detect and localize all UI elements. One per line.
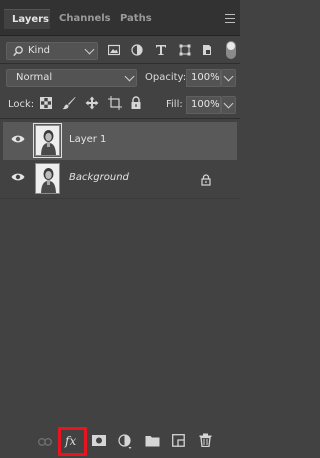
- search-icon: [13, 46, 23, 57]
- adjustment-filter-icon[interactable]: [131, 44, 143, 56]
- portrait-thumbnail-image: [36, 126, 59, 155]
- filter-kind-select[interactable]: Kind: [6, 42, 98, 60]
- layer-name[interactable]: Layer 1: [69, 134, 106, 145]
- chevron-down-icon: [223, 71, 234, 82]
- type-filter-icon[interactable]: [155, 44, 167, 56]
- shape-filter-icon[interactable]: [179, 44, 191, 56]
- visibility-eye-icon[interactable]: [11, 134, 25, 144]
- new-group-icon[interactable]: [145, 435, 160, 447]
- blend-mode-value: Normal: [16, 72, 53, 83]
- portrait-thumbnail-image: [36, 164, 59, 193]
- fill-input[interactable]: 100%: [186, 96, 221, 114]
- layer-row[interactable]: Layer 1: [3, 122, 237, 160]
- opacity-input[interactable]: 100%: [186, 69, 221, 87]
- filter-toggle-switch[interactable]: [226, 41, 236, 59]
- lock-position-icon[interactable]: [85, 96, 99, 110]
- opacity-label: Opacity:: [145, 72, 187, 83]
- tab-paths[interactable]: Paths: [120, 9, 152, 29]
- opacity-dropdown[interactable]: [221, 69, 236, 87]
- smart-object-filter-icon[interactable]: [201, 44, 213, 56]
- layer-lock-icon[interactable]: [201, 174, 211, 186]
- divider: [0, 198, 240, 199]
- link-layers-icon[interactable]: [38, 438, 52, 446]
- tab-channels[interactable]: Channels: [59, 9, 111, 29]
- adjustment-layer-icon[interactable]: [118, 434, 132, 450]
- layer-thumbnail: [33, 123, 62, 158]
- layer-name[interactable]: Background: [69, 172, 129, 183]
- visibility-eye-icon[interactable]: [11, 172, 25, 182]
- delete-layer-icon[interactable]: [199, 433, 212, 447]
- new-layer-icon[interactable]: [172, 434, 185, 447]
- pixel-filter-icon[interactable]: [108, 44, 120, 56]
- panel-tab-bar: Layers Channels Paths: [0, 0, 240, 36]
- layer-thumbnail: [35, 163, 60, 194]
- lock-image-pixels-icon[interactable]: [62, 96, 76, 110]
- blend-mode-select[interactable]: Normal: [6, 69, 137, 87]
- divider: [0, 118, 240, 119]
- chevron-down-icon: [223, 98, 234, 109]
- add-mask-icon[interactable]: [92, 435, 106, 446]
- lock-artboard-icon[interactable]: [108, 96, 122, 110]
- fill-label: Fill:: [166, 99, 183, 110]
- lock-all-icon[interactable]: [130, 96, 142, 110]
- divider: [0, 63, 240, 64]
- filter-kind-label: Kind: [28, 45, 51, 56]
- layer-row[interactable]: Background: [3, 160, 237, 198]
- add-layer-style-button[interactable]: fx: [65, 434, 76, 448]
- layers-bottom-toolbar: [0, 425, 240, 458]
- chevron-down-icon: [84, 44, 95, 55]
- tab-layers[interactable]: Layers: [4, 9, 50, 29]
- fill-dropdown[interactable]: [221, 96, 236, 114]
- chevron-down-icon: [124, 71, 135, 82]
- lock-transparent-pixels-icon[interactable]: [40, 97, 52, 109]
- panel-menu-icon[interactable]: [225, 14, 235, 23]
- lock-label: Lock:: [8, 99, 35, 110]
